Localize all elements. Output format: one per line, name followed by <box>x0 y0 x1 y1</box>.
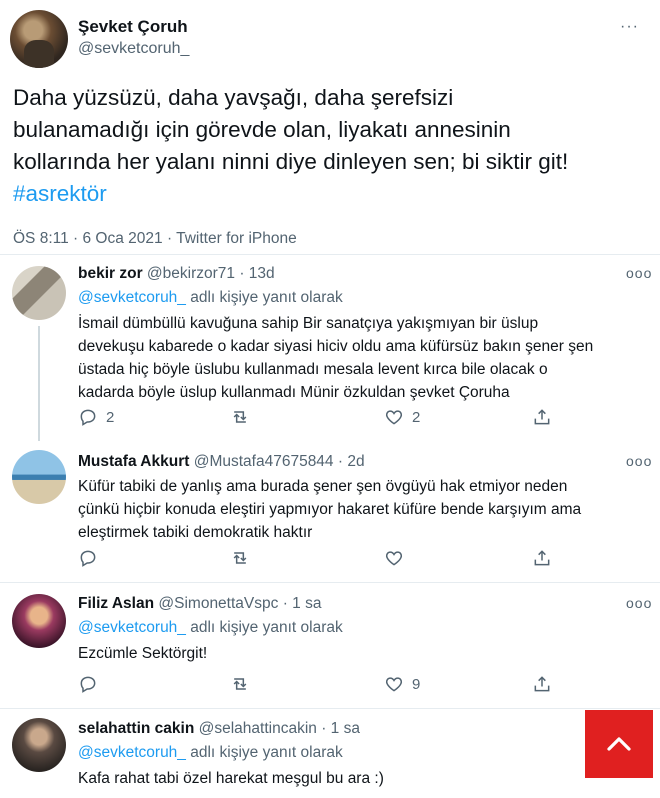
reply-avatar[interactable] <box>12 450 66 504</box>
main-tweet: Şevket Çoruh @sevketcoruh_ ··· Daha yüzs… <box>0 0 660 255</box>
heart-icon <box>385 410 403 425</box>
replying-to-suffix: adlı kişiye yanıt olarak <box>185 289 343 306</box>
replying-to-link[interactable]: @sevketcoruh_ <box>78 289 186 306</box>
reply-icon <box>80 676 96 693</box>
replying-to-suffix: adlı kişiye yanıt olarak <box>185 744 343 761</box>
retweet-icon <box>233 678 247 690</box>
reply-text-line: Kafa rahat tabi özel harekat meşgul bu a… <box>78 770 384 787</box>
tweet-actions: 2 2 <box>78 407 578 429</box>
reply-text-line: kadarda böyle üslup kullanmadı Münir özk… <box>78 384 510 401</box>
reply-author-name[interactable]: Mustafa Akkurt <box>78 453 189 470</box>
like-button[interactable] <box>384 548 404 568</box>
heart-icon <box>385 677 403 692</box>
reply-text: Küfür tabiki de yanlış ama burada şener … <box>78 475 648 544</box>
reply-author-handle[interactable]: @bekirzor71 <box>147 265 235 282</box>
reply-time[interactable]: · 13d <box>239 265 274 282</box>
author-handle[interactable]: @sevketcoruh_ <box>78 40 189 58</box>
author-avatar[interactable] <box>10 10 68 68</box>
heart-icon <box>385 551 403 566</box>
reply-text-line: devekuşu kabarede o kadar siyasi hiciv o… <box>78 338 594 355</box>
reply-icon <box>80 550 96 567</box>
like-button[interactable]: 9 <box>384 674 420 694</box>
reply-author-name[interactable]: bekir zor <box>78 265 143 282</box>
more-options-icon[interactable]: ··· <box>620 18 639 36</box>
reply-count: 2 <box>106 408 115 426</box>
reply-time[interactable]: · 2d <box>338 453 365 470</box>
reply-author-name[interactable]: selahattin cakin <box>78 720 194 737</box>
tweet-timestamp[interactable]: ÖS 8:11 · 6 Oca 2021 · Twitter for iPhon… <box>13 230 297 248</box>
tweet-text: Daha yüzsüzü, daha yavşağı, daha şerefsi… <box>13 82 653 210</box>
replying-to: @sevketcoruh_ adlı kişiye yanıt olarak <box>78 289 343 307</box>
reply-text-line: çünkü hiçbir konuda eleştiri yapmıyor ha… <box>78 501 582 518</box>
reply-text-line: eleştirmek tabiki demokratik haktır <box>78 524 313 541</box>
replying-to: @sevketcoruh_ adlı kişiye yanıt olarak <box>78 619 343 637</box>
replying-to: @sevketcoruh_ adlı kişiye yanıt olarak <box>78 744 343 762</box>
reply-tweet[interactable]: Filiz Aslan @SimonettaVspc · 1 sa ooo @s… <box>0 584 660 708</box>
reply-author-name[interactable]: Filiz Aslan <box>78 595 154 612</box>
reply-text-line: Küfür tabiki de yanlış ama burada şener … <box>78 478 568 495</box>
more-options-icon[interactable]: ooo <box>626 453 652 469</box>
more-options-icon[interactable]: ooo <box>626 265 652 281</box>
tweet-text-line: bulanamadığı için görevde olan, liyakatı… <box>13 117 511 142</box>
replying-to-suffix: adlı kişiye yanıt olarak <box>185 619 343 636</box>
reply-button[interactable]: 2 <box>78 407 114 427</box>
reply-author-handle[interactable]: @SimonettaVspc <box>158 595 278 612</box>
reply-avatar[interactable] <box>12 594 66 648</box>
divider <box>0 708 660 709</box>
reply-icon <box>80 409 96 426</box>
share-icon <box>534 676 550 692</box>
thread-line <box>38 326 40 441</box>
reply-text: Ezcümle Sektörgit! <box>78 642 648 665</box>
reply-time[interactable]: · 1 sa <box>321 720 360 737</box>
reply-avatar[interactable] <box>12 266 66 320</box>
share-button[interactable] <box>532 548 552 568</box>
hashtag-link[interactable]: #asrektör <box>13 178 653 210</box>
reply-button[interactable] <box>78 674 98 694</box>
retweet-icon <box>233 411 247 423</box>
scroll-to-top-button[interactable] <box>585 710 653 778</box>
share-icon <box>534 550 550 566</box>
retweet-button[interactable] <box>230 548 250 568</box>
reply-text-line: İsmail dümbüllü kavuğuna sahip Bir sanat… <box>78 315 539 332</box>
reply-text: Kafa rahat tabi özel harekat meşgul bu a… <box>78 767 648 790</box>
reply-text-line: Ezcümle Sektörgit! <box>78 645 208 662</box>
replying-to-link[interactable]: @sevketcoruh_ <box>78 744 186 761</box>
reply-author-handle[interactable]: @selahattincakin <box>199 720 317 737</box>
reply-text: İsmail dümbüllü kavuğuna sahip Bir sanat… <box>78 312 648 404</box>
share-button[interactable] <box>532 407 552 427</box>
share-button[interactable] <box>532 674 552 694</box>
reply-text-line: üstada hiç böyle üslubu kullanmadı mesal… <box>78 361 548 378</box>
divider <box>0 582 660 583</box>
replying-to-link[interactable]: @sevketcoruh_ <box>78 619 186 636</box>
tweet-actions <box>78 548 578 570</box>
reply-avatar[interactable] <box>12 718 66 772</box>
reply-tweet[interactable]: selahattin cakin @selahattincakin · 1 sa… <box>0 710 660 798</box>
share-icon <box>534 409 550 425</box>
reply-button[interactable] <box>78 548 98 568</box>
reply-tweet[interactable]: bekir zor @bekirzor71 · 13d ooo @sevketc… <box>0 256 660 441</box>
chevron-up-icon <box>607 737 631 751</box>
tweet-text-line: Daha yüzsüzü, daha yavşağı, daha şerefsi… <box>13 85 454 110</box>
more-options-icon[interactable]: ooo <box>626 595 652 611</box>
retweet-button[interactable] <box>230 674 250 694</box>
retweet-icon <box>233 552 247 564</box>
like-count: 2 <box>412 408 421 426</box>
reply-tweet[interactable]: Mustafa Akkurt @Mustafa47675844 · 2d ooo… <box>0 440 660 582</box>
author-name[interactable]: Şevket Çoruh <box>78 17 188 37</box>
like-button[interactable]: 2 <box>384 407 420 427</box>
reply-author-handle[interactable]: @Mustafa47675844 <box>194 453 334 470</box>
tweet-text-line: kollarında her yalanı ninni diye dinleye… <box>13 149 569 174</box>
like-count: 9 <box>412 675 421 693</box>
tweet-actions: 9 <box>78 674 578 696</box>
reply-time[interactable]: · 1 sa <box>283 595 322 612</box>
retweet-button[interactable] <box>230 407 250 427</box>
